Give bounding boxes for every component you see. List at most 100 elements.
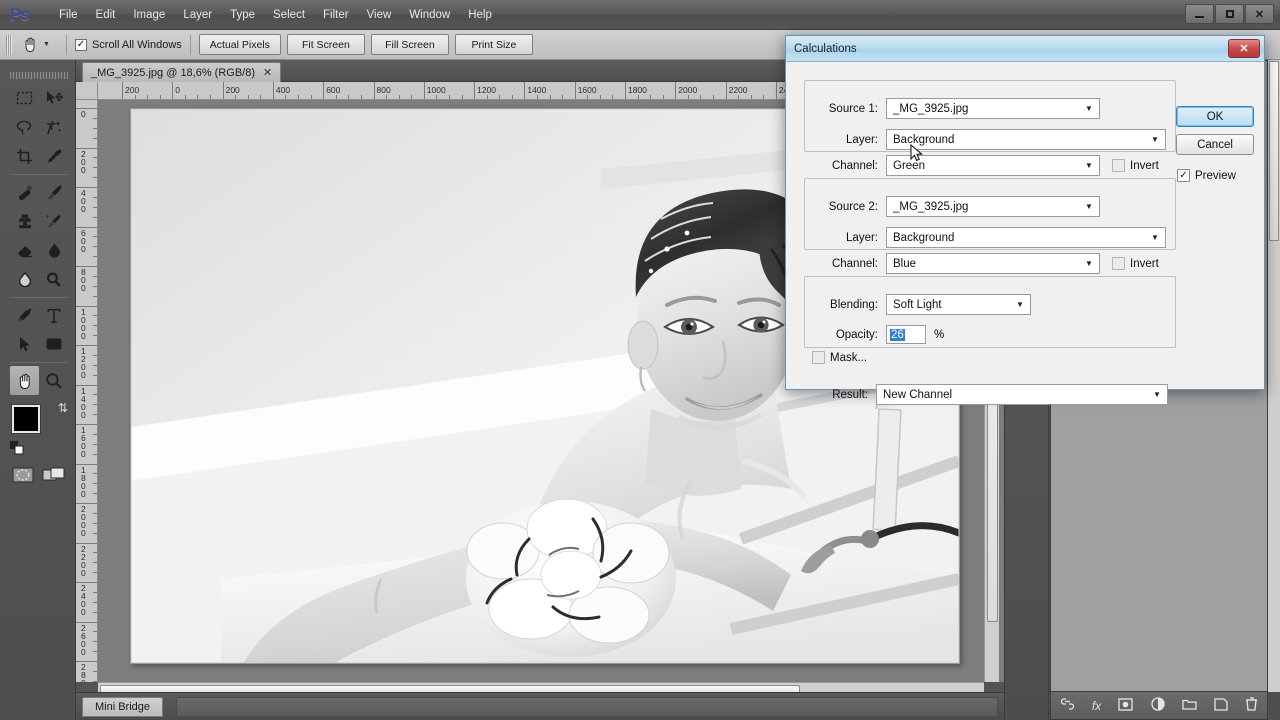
actual-pixels-button[interactable]: Actual Pixels: [199, 34, 281, 55]
hand-tool-icon[interactable]: [17, 33, 43, 57]
scroll-all-windows-checkbox[interactable]: ✓ Scroll All Windows: [75, 39, 182, 51]
layers-panel-footer: fx: [1050, 692, 1268, 720]
menu-help[interactable]: Help: [459, 4, 501, 26]
magic-wand-tool[interactable]: [39, 113, 68, 142]
healing-brush-tool[interactable]: [10, 178, 39, 207]
eyedropper-tool[interactable]: [39, 142, 68, 171]
crop-tool[interactable]: [10, 142, 39, 171]
result-select[interactable]: New Channel ▼: [876, 384, 1168, 405]
gradient-tool[interactable]: [39, 236, 68, 265]
eraser-tool[interactable]: [10, 236, 39, 265]
mask-checkbox[interactable]: Mask...: [812, 351, 867, 364]
delete-layer-icon[interactable]: [1245, 697, 1258, 714]
source2-row: Source 2: _MG_3925.jpg ▼: [816, 196, 1166, 217]
menu-type[interactable]: Type: [221, 4, 264, 26]
print-size-button[interactable]: Print Size: [455, 34, 533, 55]
photoshop-window: Ps File Edit Image Layer Type Select Fil…: [0, 0, 1280, 720]
source2-invert-label: Invert: [1130, 258, 1159, 270]
quick-mask-icon[interactable]: [12, 467, 34, 486]
adjustment-layer-icon[interactable]: [1151, 697, 1165, 714]
document-tab[interactable]: _MG_3925.jpg @ 18,6% (RGB/8) ✕: [82, 62, 281, 82]
layer-mask-icon[interactable]: [1118, 698, 1133, 714]
h-ruler-line: [172, 82, 173, 100]
ruler-corner: [76, 82, 98, 100]
new-layer-icon[interactable]: [1214, 698, 1228, 714]
layers-scrollbar-thumb[interactable]: [1269, 61, 1279, 241]
menu-view[interactable]: View: [358, 4, 401, 26]
path-selection-tool[interactable]: [10, 330, 39, 359]
default-colors-icon[interactable]: [10, 441, 24, 458]
dodge-tool[interactable]: [39, 265, 68, 294]
mouse-cursor-icon: [910, 144, 924, 162]
history-brush-tool[interactable]: [39, 207, 68, 236]
minimize-button[interactable]: [1185, 4, 1214, 24]
dialog-title-bar[interactable]: Calculations ✕: [786, 36, 1264, 62]
source1-row: Source 1: _MG_3925.jpg ▼: [816, 98, 1166, 119]
blur-tool[interactable]: [10, 265, 39, 294]
v-ruler-line: [76, 187, 98, 188]
source1-channel-row: Channel: Green ▼ Invert: [796, 155, 1216, 176]
zoom-tool[interactable]: [39, 366, 68, 395]
v-ruler-tick: 2600: [81, 624, 90, 656]
fx-icon[interactable]: fx: [1092, 699, 1101, 713]
v-ruler-tick: 0: [81, 110, 90, 118]
menu-layer[interactable]: Layer: [174, 4, 221, 26]
source2-select[interactable]: _MG_3925.jpg ▼: [886, 196, 1100, 217]
fill-screen-button[interactable]: Fill Screen: [371, 34, 449, 55]
screen-mode-icon[interactable]: [42, 467, 66, 486]
menu-edit[interactable]: Edit: [87, 4, 125, 26]
layers-panel-scrollbar[interactable]: [1268, 60, 1280, 692]
source1-layer-select[interactable]: Background ▼: [886, 129, 1166, 150]
hand-tool[interactable]: [10, 366, 39, 395]
v-ruler-tick: 600: [81, 229, 90, 253]
close-button[interactable]: ✕: [1245, 4, 1274, 24]
toolbox-grip[interactable]: [10, 72, 68, 79]
maximize-button[interactable]: [1215, 4, 1244, 24]
foreground-color-swatch[interactable]: [12, 405, 40, 433]
pen-tool[interactable]: [10, 301, 39, 330]
move-tool[interactable]: [39, 84, 68, 113]
brush-tool[interactable]: [39, 178, 68, 207]
source2-channel-select[interactable]: Blue ▼: [886, 253, 1100, 274]
menu-select[interactable]: Select: [264, 4, 314, 26]
menu-file[interactable]: File: [50, 4, 87, 26]
menu-window[interactable]: Window: [400, 4, 459, 26]
source1-layer-label: Layer:: [796, 134, 878, 146]
source1-invert-checkbox[interactable]: Invert: [1112, 159, 1159, 172]
cancel-button[interactable]: Cancel: [1176, 134, 1254, 155]
menu-image[interactable]: Image: [124, 4, 174, 26]
source2-layer-value: Background: [893, 232, 1147, 244]
menu-filter[interactable]: Filter: [314, 4, 358, 26]
source2-channel-row: Channel: Blue ▼ Invert: [796, 253, 1216, 274]
shape-tool[interactable]: [39, 330, 68, 359]
h-ruler-tick: 2000: [678, 85, 697, 95]
blending-mode-select[interactable]: Soft Light ▼: [886, 294, 1031, 315]
new-group-icon[interactable]: [1182, 698, 1197, 713]
ok-button[interactable]: OK: [1176, 106, 1254, 127]
h-ruler-tick: 400: [276, 85, 290, 95]
lasso-tool[interactable]: [10, 113, 39, 142]
v-ruler-line: [76, 582, 98, 583]
dialog-close-button[interactable]: ✕: [1228, 39, 1260, 58]
link-icon[interactable]: [1060, 698, 1075, 713]
mini-bridge-tab[interactable]: Mini Bridge: [82, 697, 163, 717]
fit-screen-button[interactable]: Fit Screen: [287, 34, 365, 55]
swap-colors-icon[interactable]: ⇅: [58, 401, 68, 415]
tool-preset-chevron-down-icon[interactable]: ▼: [43, 41, 50, 48]
clone-stamp-tool[interactable]: [10, 207, 39, 236]
mask-label: Mask...: [830, 352, 867, 364]
v-ruler-tick: 1400: [81, 387, 90, 419]
options-bar-grip[interactable]: [6, 35, 12, 55]
v-ruler-line: [76, 345, 98, 346]
preview-checkbox[interactable]: ✓ Preview: [1177, 169, 1236, 182]
h-ruler-tick: 1200: [477, 85, 496, 95]
marquee-tool[interactable]: [10, 84, 39, 113]
document-tab-close-icon[interactable]: ✕: [263, 66, 272, 79]
source1-select[interactable]: _MG_3925.jpg ▼: [886, 98, 1100, 119]
v-ruler-line: [76, 385, 98, 386]
source2-invert-checkbox[interactable]: Invert: [1112, 257, 1159, 270]
opacity-input[interactable]: 26: [886, 325, 926, 344]
source2-layer-select[interactable]: Background ▼: [886, 227, 1166, 248]
maximize-icon: [1226, 10, 1234, 18]
type-tool[interactable]: [39, 301, 68, 330]
